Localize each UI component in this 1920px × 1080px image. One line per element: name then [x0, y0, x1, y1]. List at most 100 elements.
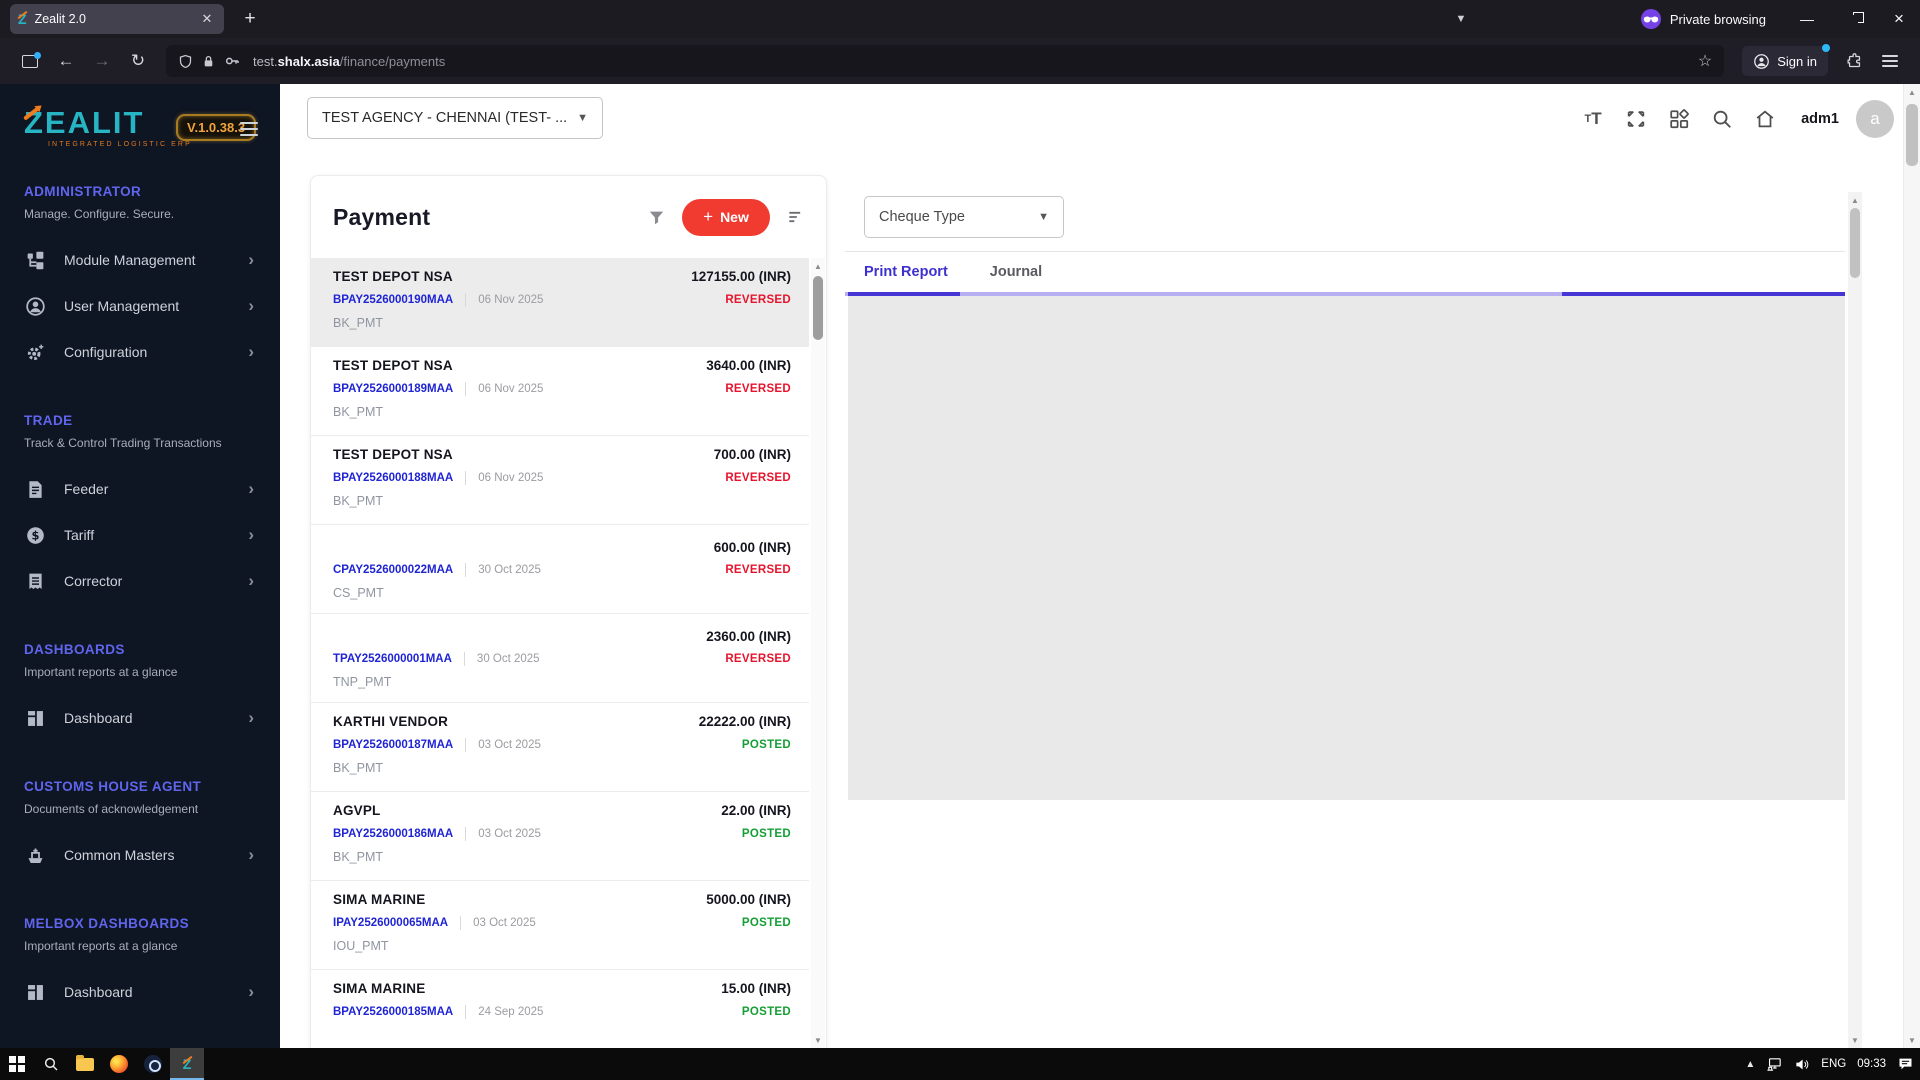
url-bar[interactable]: test.shalx.asia/finance/payments ☆: [166, 45, 1725, 77]
payment-code-link[interactable]: BPAY2526000188MAA: [333, 472, 453, 484]
firefox-icon[interactable]: [102, 1048, 136, 1080]
sidebar-section-title: CUSTOMS HOUSE AGENT: [24, 779, 202, 794]
payment-row[interactable]: TEST DEPOT NSA 3640.00 (INR) BPAY2526000…: [311, 347, 809, 436]
start-button[interactable]: [0, 1048, 34, 1080]
sidebar-item[interactable]: $ Tariff ›: [24, 512, 256, 558]
new-tab-button[interactable]: +: [236, 5, 264, 33]
language-indicator[interactable]: ENG: [1821, 1058, 1846, 1070]
restore-button[interactable]: [1832, 0, 1874, 38]
chevron-right-icon: ›: [248, 708, 254, 727]
payment-code-link[interactable]: CPAY2526000022MAA: [333, 564, 453, 576]
sidebar-item[interactable]: Dashboard ›: [24, 695, 256, 741]
sidebar-section-subtitle: Manage. Configure. Secure.: [24, 207, 175, 221]
scroll-up-icon[interactable]: ▲: [1908, 84, 1916, 100]
payment-row[interactable]: 2360.00 (INR) TPAY2526000001MAA 30 Oct 2…: [311, 614, 809, 703]
avatar[interactable]: a: [1856, 100, 1894, 138]
firefox-view-icon[interactable]: [14, 45, 46, 77]
payment-code-link[interactable]: IPAY2526000065MAA: [333, 917, 448, 929]
payment-code-link[interactable]: BPAY2526000186MAA: [333, 828, 453, 840]
payment-row[interactable]: AGVPL 22.00 (INR) BPAY2526000186MAA 03 O…: [311, 792, 809, 881]
payment-amount: 700.00 (INR): [713, 447, 791, 462]
payment-code-link[interactable]: TPAY2526000001MAA: [333, 653, 452, 665]
clock[interactable]: 09:33: [1857, 1058, 1886, 1070]
sidebar-item-label: Configuration: [64, 344, 148, 360]
payment-list-card: Payment + New TEST DEPOT NSA 127155.00 (I…: [310, 175, 827, 1048]
apps-grid-icon[interactable]: [1666, 106, 1692, 132]
bookmark-star-icon[interactable]: ☆: [1698, 51, 1712, 71]
sidebar-item[interactable]: Feeder ›: [24, 466, 256, 512]
scroll-up-icon[interactable]: ▲: [814, 258, 822, 274]
sidebar-item[interactable]: Module Management ›: [24, 237, 256, 283]
sidebar-item[interactable]: Common Masters ›: [24, 832, 256, 878]
sidebar-item[interactable]: Dashboard ›: [24, 969, 256, 1015]
cheque-type-select[interactable]: Cheque Type ▼: [864, 196, 1064, 238]
section-items: Feeder › $ Tariff › Corrector ›: [24, 466, 256, 604]
speaker-icon[interactable]: [1794, 1057, 1810, 1072]
close-button[interactable]: ×: [1878, 0, 1920, 38]
sidebar-toggle-icon[interactable]: [240, 118, 258, 140]
account-icon: [1754, 53, 1770, 69]
payment-row[interactable]: TEST DEPOT NSA 700.00 (INR) BPAY25260001…: [311, 436, 809, 525]
menu-icon[interactable]: [1874, 45, 1906, 77]
payment-row[interactable]: SIMA MARINE 5000.00 (INR) IPAY2526000065…: [311, 881, 809, 970]
scroll-down-icon[interactable]: ▼: [1908, 1032, 1916, 1048]
agency-select[interactable]: TEST AGENCY - CHENNAI (TEST- ... ▼: [307, 97, 603, 139]
sidebar-sections: ADMINISTRATOR Manage. Configure. Secure.…: [24, 184, 256, 1015]
network-icon[interactable]: [1766, 1057, 1783, 1072]
payment-row[interactable]: TEST DEPOT NSA 127155.00 (INR) BPAY25260…: [311, 258, 809, 347]
shield-icon[interactable]: [178, 54, 193, 69]
minimize-button[interactable]: —: [1786, 0, 1828, 38]
forward-button[interactable]: →: [86, 45, 118, 77]
extensions-icon[interactable]: [1838, 45, 1870, 77]
payment-code-link[interactable]: BPAY2526000187MAA: [333, 739, 453, 751]
home-icon[interactable]: [1752, 106, 1778, 132]
scroll-down-icon[interactable]: ▼: [1851, 1032, 1859, 1048]
payee-name: AGVPL: [333, 803, 381, 818]
payment-type: BK_PMT: [333, 316, 384, 330]
sidebar-section-subtitle: Documents of acknowledgement: [24, 802, 199, 816]
sidebar-section: TRADE Track & Control Trading Transactio…: [24, 413, 256, 604]
filter-icon[interactable]: [640, 201, 672, 233]
text-size-icon[interactable]: TT: [1580, 106, 1606, 132]
file-explorer-icon[interactable]: [68, 1048, 102, 1080]
back-button[interactable]: ←: [50, 45, 82, 77]
app-icon[interactable]: [136, 1048, 170, 1080]
payment-row[interactable]: 600.00 (INR) CPAY2526000022MAA 30 Oct 20…: [311, 525, 809, 614]
tab-print-report[interactable]: Print Report: [864, 258, 948, 286]
zealit-app-icon[interactable]: Z: [170, 1048, 204, 1080]
payment-row[interactable]: KARTHI VENDOR 22222.00 (INR) BPAY2526000…: [311, 703, 809, 792]
payment-date: 24 Sep 2025: [478, 1006, 544, 1018]
tab-journal[interactable]: Journal: [990, 258, 1042, 286]
page-scrollbar[interactable]: ▲ ▼: [1903, 84, 1920, 1048]
lock-icon[interactable]: [202, 54, 215, 69]
new-payment-button[interactable]: + New: [682, 198, 770, 236]
search-icon[interactable]: [1709, 106, 1735, 132]
sidebar-item[interactable]: User Management ›: [24, 283, 256, 329]
section-items: Module Management › User Management › Co…: [24, 237, 256, 375]
signin-button[interactable]: Sign in: [1742, 44, 1830, 76]
tray-expand-icon[interactable]: ▲: [1745, 1059, 1755, 1070]
scroll-down-icon[interactable]: ▼: [814, 1032, 822, 1048]
payment-row[interactable]: SIMA MARINE 15.00 (INR) BPAY2526000185MA…: [311, 970, 809, 1048]
payment-amount: 22.00 (INR): [721, 803, 791, 818]
sidebar-item[interactable]: Configuration ›: [24, 329, 256, 375]
payment-code-link[interactable]: BPAY2526000185MAA: [333, 1006, 453, 1018]
reload-button[interactable]: ↻: [122, 45, 154, 77]
tab-close-icon[interactable]: ✕: [198, 10, 216, 28]
list-all-tabs-icon[interactable]: ▼: [1446, 13, 1476, 25]
payment-code-link[interactable]: BPAY2526000190MAA: [333, 294, 453, 306]
browser-tab[interactable]: Z Zealit 2.0 ✕: [10, 4, 224, 34]
dollar-icon: $: [24, 524, 46, 546]
fullscreen-icon[interactable]: [1623, 106, 1649, 132]
payment-list-scrollbar[interactable]: ▲ ▼: [811, 258, 825, 1048]
key-icon[interactable]: [224, 53, 240, 69]
taskbar-search-icon[interactable]: [34, 1048, 68, 1080]
action-center-icon[interactable]: [1897, 1056, 1914, 1072]
sidebar-item[interactable]: Corrector ›: [24, 558, 256, 604]
divider: [460, 916, 462, 930]
scroll-up-icon[interactable]: ▲: [1851, 192, 1859, 208]
detail-panel-scrollbar[interactable]: ▲ ▼: [1848, 192, 1862, 1048]
sidebar-item-label: Corrector: [64, 573, 123, 589]
sort-icon[interactable]: [780, 201, 812, 233]
payment-code-link[interactable]: BPAY2526000189MAA: [333, 383, 453, 395]
